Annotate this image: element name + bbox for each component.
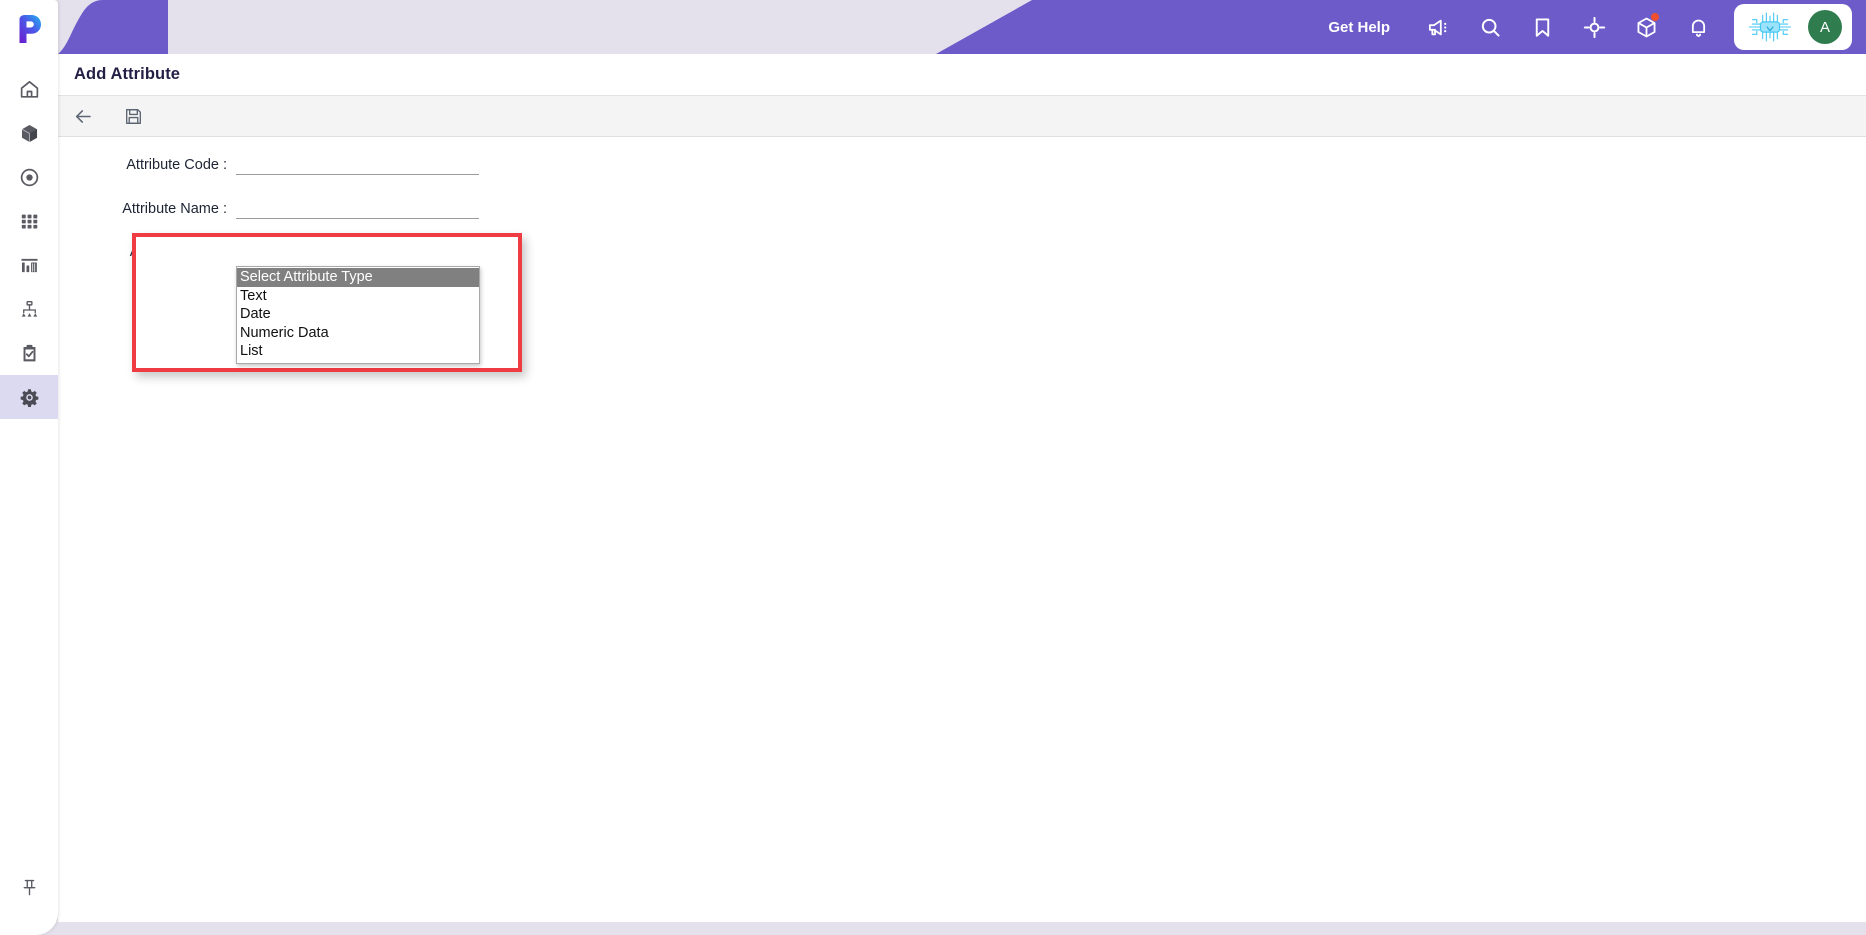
ai-assistant-button[interactable] <box>1748 12 1792 42</box>
bookmarks-button[interactable] <box>1516 0 1568 54</box>
sidebar-item-tasks[interactable] <box>0 331 58 375</box>
top-header-actions: Get Help A <box>1328 0 1866 54</box>
user-menu[interactable]: A <box>1734 4 1852 50</box>
form-toolbar <box>58 95 1866 137</box>
megaphone-icon <box>1428 19 1446 35</box>
arrow-left-icon <box>75 109 91 123</box>
attribute-type-options-menu[interactable]: Select Attribute Type Text Date Numeric Dat… <box>236 266 480 364</box>
page-title-bar: Add Attribute <box>58 54 1866 95</box>
bell-icon <box>1691 19 1705 37</box>
ai-chip-icon <box>1748 12 1792 42</box>
sidebar-item-reports[interactable] <box>0 243 58 287</box>
sidebar-item-hierarchy[interactable] <box>0 287 58 331</box>
attribute-type-option[interactable]: Select Attribute Type <box>237 268 479 287</box>
attribute-code-label: Attribute Code : <box>126 157 227 173</box>
sidebar-pin-button[interactable] <box>0 865 58 909</box>
attribute-name-label: Attribute Name : <box>122 201 227 217</box>
window-bottom-edge <box>0 922 1866 935</box>
attribute-type-option[interactable]: Text <box>237 287 479 306</box>
save-button[interactable] <box>108 95 158 137</box>
attribute-name-input[interactable] <box>236 199 479 219</box>
home-icon <box>20 80 38 98</box>
logo-p-icon <box>19 15 41 43</box>
field-attribute-name: Attribute Name : <box>58 199 479 219</box>
attribute-type-option[interactable]: List <box>237 342 479 361</box>
packages-notification-badge <box>1651 13 1659 21</box>
bookmark-icon <box>1535 17 1549 37</box>
top-header: Get Help A <box>58 0 1866 54</box>
sidebar-nav <box>0 67 58 419</box>
sidebar-item-home[interactable] <box>0 67 58 111</box>
crosshair-icon <box>1583 16 1605 38</box>
target-icon <box>20 168 38 186</box>
notifications-button[interactable] <box>1672 0 1724 54</box>
get-help-button[interactable]: Get Help <box>1328 19 1390 36</box>
app-root: Get Help A Add Attribute Attribute Code … <box>0 0 1866 935</box>
page-title: Add Attribute <box>74 65 181 83</box>
cube-icon <box>21 124 37 142</box>
sidebar <box>0 0 58 935</box>
pushpin-icon <box>23 879 35 895</box>
quick-launch-button[interactable] <box>1568 0 1620 54</box>
floppy-disk-icon <box>125 108 141 124</box>
announcements-button[interactable] <box>1412 0 1464 54</box>
search-button[interactable] <box>1464 0 1516 54</box>
app-logo[interactable] <box>0 0 58 58</box>
header-curve-shape <box>58 0 168 54</box>
bar-chart-icon <box>20 258 38 272</box>
back-button[interactable] <box>58 95 108 137</box>
grid-icon <box>21 214 37 228</box>
form-content: Attribute Code : Attribute Name : Attrib… <box>58 137 1866 922</box>
search-icon <box>1481 18 1500 37</box>
sitemap-icon <box>21 300 37 317</box>
attribute-type-option[interactable]: Date <box>237 305 479 324</box>
gear-icon <box>20 388 38 407</box>
packages-button[interactable] <box>1620 0 1672 54</box>
sidebar-item-target[interactable] <box>0 155 58 199</box>
sidebar-item-products[interactable] <box>0 111 58 155</box>
sidebar-item-grid[interactable] <box>0 199 58 243</box>
sidebar-item-settings[interactable] <box>0 375 58 419</box>
clipboard-check-icon <box>23 344 35 361</box>
attribute-type-option[interactable]: Numeric Data <box>237 324 479 343</box>
field-attribute-code: Attribute Code : <box>58 155 479 175</box>
avatar[interactable]: A <box>1808 10 1842 44</box>
attribute-code-input[interactable] <box>236 155 479 175</box>
